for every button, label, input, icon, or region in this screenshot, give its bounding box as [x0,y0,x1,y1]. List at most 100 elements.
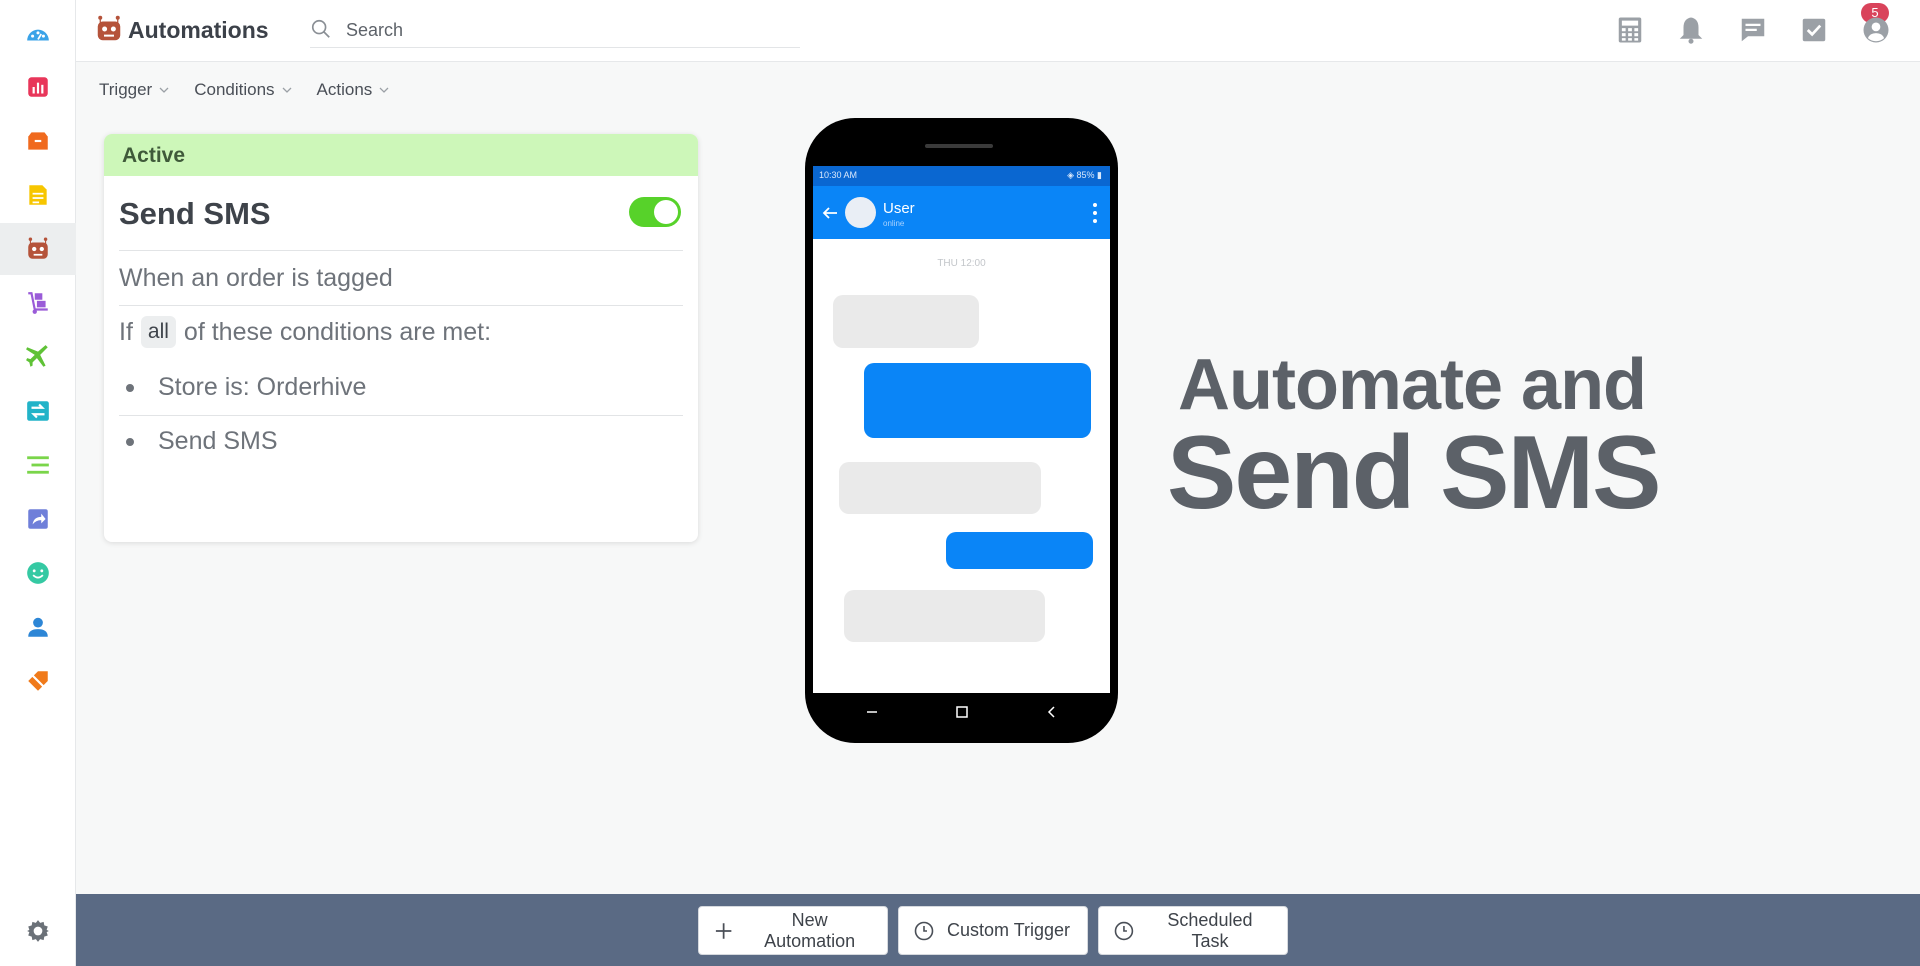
divider [119,250,683,251]
incoming-message-bubble [833,295,979,348]
wifi-icon: ◈ [1067,170,1074,180]
sidebar-item-customers[interactable] [0,547,76,599]
messages-button[interactable] [1735,12,1771,48]
toggle-knob [654,200,678,224]
airplane-icon [26,345,48,367]
sidebar-item-settings[interactable] [0,905,76,957]
square-icon [956,706,968,718]
sidebar-item-lists[interactable] [0,439,76,491]
bell-icon [1679,17,1703,44]
page-title: Automations [128,17,269,43]
chat-icon [1741,18,1765,42]
arrow-left-icon [822,207,837,219]
clock-icon [914,921,934,940]
hand-truck-icon [28,292,48,314]
action-text: Send SMS [158,427,278,455]
chevron-down-icon [379,87,389,93]
scheduled-task-label: Scheduled Task [1167,909,1253,951]
sidebar-item-promotions[interactable] [0,655,76,707]
actions-filter[interactable]: Actions [317,80,391,100]
hero-heading-line2: Send SMS [1167,415,1662,531]
tag-icon [28,671,48,691]
new-automation-button[interactable]: New Automation [698,906,888,955]
filter-bar: Trigger Conditions Actions [99,80,390,100]
sidebar-item-reports[interactable] [0,61,76,113]
automation-card[interactable]: Active Send SMS When an order is tagged … [104,134,698,542]
condition-text: Store is: Orderhive [158,373,367,401]
chat-day-label: THU 12:00 [937,258,986,269]
conditions-suffix: of these conditions are met: [183,317,492,346]
battery-level: 85% [1076,170,1095,180]
profile-button[interactable] [1858,12,1894,48]
box-icon [28,132,48,150]
custom-trigger-button[interactable]: Custom Trigger [898,906,1088,955]
kebab-menu-icon [1093,203,1097,223]
bullet-dot [126,437,134,446]
document-icon [29,185,47,205]
automation-toggle[interactable] [629,197,681,227]
sidebar-item-transfers[interactable] [0,385,76,437]
chevron-down-icon [159,87,169,93]
trigger-description: When an order is tagged [119,264,393,292]
sidebar-item-shipping[interactable] [0,277,76,329]
list-icon [27,456,49,474]
sidebar-item-users[interactable] [0,601,76,653]
sidebar-item-notes[interactable] [0,169,76,221]
status-banner: Active [104,134,698,176]
smiley-icon [27,562,49,584]
clock-icon [1114,921,1134,940]
account-circle-icon [1863,17,1889,43]
transfer-icon [27,401,49,421]
chevron-down-icon [282,87,292,93]
condition-item: Store is: Orderhive [126,373,366,402]
notifications-button[interactable] [1673,12,1709,48]
left-sidebar [0,0,76,966]
share-icon [28,509,48,529]
tasks-button[interactable] [1796,12,1832,48]
dashboard-icon [27,29,49,41]
contact-avatar [845,197,876,228]
sidebar-item-automations[interactable] [0,223,76,275]
calculator-icon [1618,17,1642,43]
phone-illustration: 10:30 AM ◈ 85% ▮ User online THU 12:00 [805,118,1118,743]
match-selector[interactable]: all [140,316,176,348]
automation-title: Send SMS [119,196,271,231]
checkbox-icon [1802,18,1826,42]
sidebar-item-dispatch[interactable] [0,331,76,383]
custom-trigger-label: Custom Trigger [947,920,1071,940]
phone-speaker [925,144,993,148]
conditions-filter-label: Conditions [194,80,275,99]
chat-header: User online [813,186,1110,239]
conditions-filter[interactable]: Conditions [194,80,292,100]
search-input[interactable] [346,16,786,44]
trigger-filter[interactable]: Trigger [99,80,170,100]
action-item: Send SMS [126,427,278,456]
incoming-message-bubble [844,590,1045,642]
contact-name: User [883,200,915,217]
search-bar [310,12,800,48]
new-automation-label: New Automation [764,909,856,951]
robot-logo-icon [97,15,121,41]
bar-chart-icon [28,77,48,97]
contact-status: online [883,219,905,228]
phone-screen: 10:30 AM ◈ 85% ▮ User online THU 12:00 [813,166,1110,693]
bullet-dot [126,383,134,392]
top-bar: Automations 5 [76,0,1920,62]
sidebar-item-returns[interactable] [0,493,76,545]
gear-icon [27,920,49,942]
plus-icon [715,922,732,939]
scheduled-task-button[interactable]: Scheduled Task [1098,906,1288,955]
conditions-row: If all of these conditions are met: [119,316,491,348]
sidebar-item-inventory[interactable] [0,115,76,167]
divider [119,415,683,416]
incoming-message-bubble [839,462,1041,514]
battery-icon: ▮ [1097,170,1102,180]
sidebar-item-dashboard[interactable] [0,8,76,60]
robot-icon [28,237,48,259]
phone-status-bar: 10:30 AM ◈ 85% ▮ [813,166,1110,186]
calculator-button[interactable] [1612,12,1648,48]
actions-filter-label: Actions [316,80,373,99]
outgoing-message-bubble [946,532,1093,569]
search-icon [311,19,330,38]
outgoing-message-bubble [864,363,1091,438]
